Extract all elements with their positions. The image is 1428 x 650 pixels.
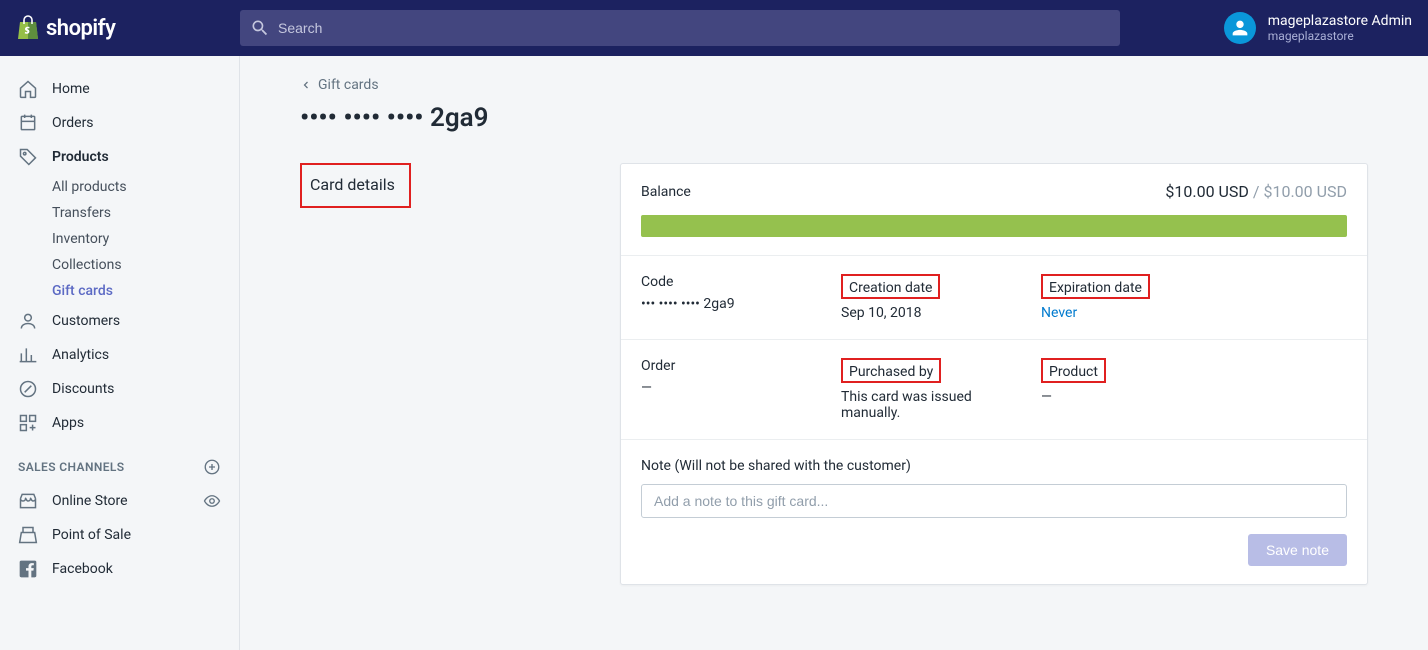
order-label: Order [641,358,841,374]
avatar [1224,12,1256,44]
sidebar-section-head: SALES CHANNELS [0,440,239,484]
sidebar: Home Orders Products All products Transf… [0,56,240,650]
code-value: ••• •••• •••• 2ga9 [641,296,841,312]
search-icon [250,18,270,38]
purchased-label: Purchased by [849,364,933,380]
section-title: Card details [310,175,395,194]
sidebar-item-discounts[interactable]: Discounts [0,372,239,406]
top-bar: shopify mageplazastore Admin mageplazast… [0,0,1428,56]
sidebar-item-orders[interactable]: Orders [0,106,239,140]
sidebar-item-customers[interactable]: Customers [0,304,239,338]
balance-amount: $10.00 USD / $10.00 USD [1165,182,1347,201]
sidebar-item-label: Discounts [52,381,114,397]
apps-icon [18,413,38,433]
sidebar-item-home[interactable]: Home [0,72,239,106]
sidebar-channel-online-store[interactable]: Online Store [0,484,239,518]
back-link[interactable]: Gift cards [300,77,379,93]
pos-icon [18,525,38,545]
highlight-creation-date: Creation date [841,274,940,299]
facebook-icon [18,559,38,579]
note-input[interactable] [641,484,1347,518]
order-value: — [641,380,841,396]
sidebar-item-label: Point of Sale [52,527,131,543]
section-head-label: SALES CHANNELS [18,460,125,474]
search-input[interactable] [278,20,1110,36]
account-name: mageplazastore Admin [1268,13,1412,29]
highlight-product: Product [1041,358,1106,383]
shopify-bag-icon [16,15,40,41]
balance-total: $10.00 USD [1263,182,1347,201]
sidebar-item-label: Customers [52,313,120,329]
sidebar-item-label: Online Store [52,493,128,509]
balance-section: Balance $10.00 USD / $10.00 USD [621,164,1367,256]
save-note-button[interactable]: Save note [1248,534,1347,566]
code-label: Code [641,274,841,290]
sidebar-item-label: Home [52,81,90,97]
sidebar-item-label: Products [52,149,109,165]
expiration-label: Expiration date [1049,280,1142,296]
balance-progress [641,215,1347,237]
home-icon [18,79,38,99]
sidebar-sub-gift-cards[interactable]: Gift cards [0,278,239,304]
balance-label: Balance [641,184,691,200]
sidebar-item-label: Apps [52,415,84,431]
note-section: Note (Will not be shared with the custom… [621,440,1367,584]
discounts-icon [18,379,38,399]
account-menu[interactable]: mageplazastore Admin mageplazastore [1184,12,1412,44]
page-title: •••• •••• •••• 2ga9 [300,103,1368,133]
sidebar-item-products[interactable]: Products [0,140,239,174]
chevron-left-icon [300,79,312,91]
sidebar-item-label: Facebook [52,561,113,577]
plus-circle-icon[interactable] [203,458,221,476]
product-value: — [1041,389,1347,405]
highlight-purchased-by: Purchased by [841,358,941,383]
sidebar-sub-transfers[interactable]: Transfers [0,200,239,226]
creation-value: Sep 10, 2018 [841,305,1041,321]
tag-icon [18,147,38,167]
product-label: Product [1049,364,1098,380]
store-icon [18,491,38,511]
analytics-icon [18,345,38,365]
expiration-value[interactable]: Never [1041,305,1347,321]
main-content: Gift cards •••• •••• •••• 2ga9 Card deta… [240,56,1428,650]
sidebar-channel-facebook[interactable]: Facebook [0,552,239,586]
sidebar-item-label: Orders [52,115,94,131]
purchased-value: This card was issued manually. [841,389,991,421]
sidebar-channel-pos[interactable]: Point of Sale [0,518,239,552]
sidebar-sub-collections[interactable]: Collections [0,252,239,278]
back-link-label: Gift cards [318,77,379,93]
user-icon [1229,17,1251,39]
account-store: mageplazastore [1268,29,1412,43]
highlight-expiration-date: Expiration date [1041,274,1150,299]
sidebar-item-analytics[interactable]: Analytics [0,338,239,372]
code-section: Code ••• •••• •••• 2ga9 Creation date Se… [621,256,1367,340]
sidebar-item-label: Analytics [52,347,109,363]
eye-icon[interactable] [203,492,221,510]
sidebar-sub-inventory[interactable]: Inventory [0,226,239,252]
sidebar-item-apps[interactable]: Apps [0,406,239,440]
card-details-card: Balance $10.00 USD / $10.00 USD Code •••… [620,163,1368,585]
brand-text: shopify [46,16,115,41]
orders-icon [18,113,38,133]
note-label: Note (Will not be shared with the custom… [641,458,1347,474]
creation-label: Creation date [849,280,932,296]
highlight-card-details: Card details [300,163,411,208]
brand-logo[interactable]: shopify [16,15,240,41]
sidebar-sub-all-products[interactable]: All products [0,174,239,200]
balance-current: $10.00 USD [1165,182,1249,201]
account-text: mageplazastore Admin mageplazastore [1268,13,1412,43]
customers-icon [18,311,38,331]
order-section: Order — Purchased by This card was issue… [621,340,1367,440]
search-bar[interactable] [240,10,1120,46]
balance-sep: / [1249,182,1264,201]
